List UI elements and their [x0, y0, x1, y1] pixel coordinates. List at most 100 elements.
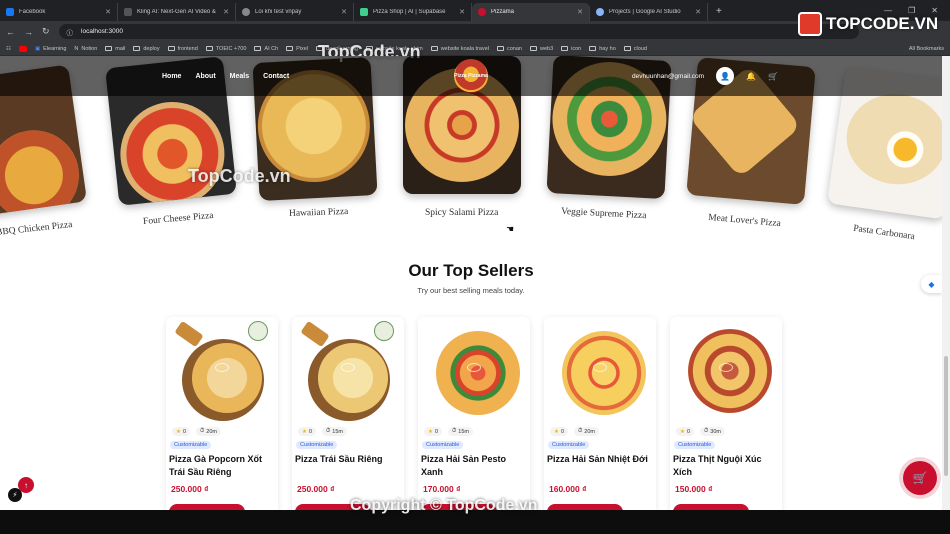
nav-meals[interactable]: Meals: [230, 73, 249, 80]
bookmark-item[interactable]: cloud: [623, 46, 647, 52]
pasta-image: [840, 87, 942, 191]
nav-home[interactable]: Home: [162, 73, 181, 80]
url-field[interactable]: ⓘ localhost:3000: [58, 24, 859, 39]
new-tab-button[interactable]: +: [708, 3, 730, 21]
bookmark-item[interactable]: icon: [561, 46, 581, 52]
product-card[interactable]: ★ 0 ⏱ 20m Customizable Pizza Hải Sản Nhiệt…: [544, 317, 656, 510]
product-name[interactable]: Pizza Thịt Nguội Xúc Xích: [673, 453, 777, 479]
eye-icon[interactable]: [215, 363, 229, 372]
clock-icon: ⏱: [578, 428, 583, 434]
folder-icon: [589, 46, 597, 51]
product-name[interactable]: Pizza Gà Popcorn Xốt Trái Sầu Riêng: [169, 453, 273, 479]
page-scrollbar[interactable]: [942, 56, 950, 510]
product-card[interactable]: ★ 0 ⏱ 20m Customizable Pizza Gà Popcorn Xố…: [166, 317, 278, 510]
close-icon[interactable]: ✕: [459, 8, 465, 16]
kling-icon: [124, 8, 132, 16]
apps-icon[interactable]: ☷: [6, 46, 11, 52]
carousel-label: Hawaiian Pizza: [288, 206, 349, 220]
reload-icon[interactable]: ↻: [42, 26, 50, 37]
nav-about[interactable]: About: [195, 73, 215, 80]
scrollbar-thumb[interactable]: [944, 356, 948, 476]
bookmark-label: AI Ch: [264, 45, 279, 52]
customizable-badge: Customizable: [422, 441, 464, 449]
product-price: 250.000 ₫: [171, 484, 209, 494]
bookmark-item[interactable]: ▣ Elearning: [35, 46, 66, 52]
rating-chip: ★ 0: [424, 427, 442, 436]
pizza-image: [0, 124, 85, 218]
bookmark-item[interactable]: TOEIC +700: [205, 45, 247, 52]
bookmark-label: hay ho: [599, 45, 616, 52]
tab-vnpay[interactable]: Lỗi khi test vnpay ✕: [236, 3, 354, 21]
bookmark-item[interactable]: web3: [530, 46, 553, 52]
bookmark-item[interactable]: conan: [497, 46, 522, 52]
eye-icon[interactable]: [593, 363, 607, 372]
nav-links: Home About Meals Contact: [162, 56, 289, 96]
chat-bubble-icon[interactable]: ◆: [921, 275, 942, 293]
all-bookmarks[interactable]: All Bookmarks: [899, 42, 944, 55]
watermark-copyright: Copyright © TopCode.vn: [350, 497, 538, 514]
folder-icon: [430, 46, 438, 51]
bookmark-item[interactable]: website koala travel: [430, 46, 489, 52]
product-name[interactable]: Pizza Hải Sản Pesto Xanh: [421, 453, 525, 479]
product-meta: ★ 0 ⏱ 20m: [550, 427, 599, 436]
tab-title: Kling AI: Next-Gen AI Video & I: [137, 9, 219, 15]
bookmark-item[interactable]: Pixel: [286, 46, 308, 52]
bookmark-item[interactable]: hay ho: [589, 46, 616, 52]
bookmark-item[interactable]: frontend: [167, 46, 198, 52]
hand-cursor-icon: ☚: [506, 224, 515, 234]
bookmark-item[interactable]: AI Ch: [254, 46, 278, 52]
globe-icon: [242, 8, 250, 16]
bookmark-item[interactable]: mail: [105, 46, 125, 52]
bookmark-item[interactable]: N Notion: [74, 46, 97, 52]
tab-pizzama[interactable]: Pizzama ✕: [472, 3, 590, 21]
tab-kling[interactable]: Kling AI: Next-Gen AI Video & I ✕: [118, 3, 236, 21]
star-icon: ★: [176, 428, 181, 435]
eye-icon[interactable]: [467, 363, 481, 372]
close-icon[interactable]: ✕: [577, 8, 583, 16]
customizable-badge: Customizable: [674, 441, 716, 449]
tab-facebook[interactable]: Facebook ✕: [0, 3, 118, 21]
time-chip: ⏱ 20m: [196, 427, 221, 436]
nav-contact[interactable]: Contact: [263, 73, 289, 80]
tab-supabase[interactable]: Pizza Shop | AI | Supabase ✕: [354, 3, 472, 21]
user-icon[interactable]: 👤: [716, 67, 735, 85]
tab-ai-studio[interactable]: Projects | Google AI Studio ✕: [590, 3, 708, 21]
devtools-bolt-icon[interactable]: ⚡: [8, 488, 22, 502]
forward-icon[interactable]: →: [24, 27, 33, 37]
product-name[interactable]: Pizza Hải Sản Nhiệt Đới: [547, 453, 651, 466]
floating-cart-button[interactable]: 🛒: [903, 461, 937, 495]
site-info-icon[interactable]: ⓘ: [67, 27, 74, 37]
eye-icon[interactable]: [719, 363, 733, 372]
close-icon[interactable]: ✕: [105, 8, 111, 16]
product-card[interactable]: ★ 0 ⏱ 15m Customizable Pizza Hải Sản Pesto…: [418, 317, 530, 510]
rating-chip: ★ 0: [550, 427, 568, 436]
pizzama-icon: [478, 8, 486, 16]
eye-icon[interactable]: [341, 363, 355, 372]
carousel-label: Veggie Supreme Pizza: [560, 206, 647, 222]
close-icon[interactable]: ✕: [341, 8, 347, 16]
site-logo[interactable]: Pizza Pizzama: [454, 59, 488, 93]
product-meta: ★ 0 ⏱ 15m: [424, 427, 473, 436]
close-icon[interactable]: ✕: [695, 8, 701, 16]
bell-icon[interactable]: 🔔: [746, 72, 756, 81]
product-name[interactable]: Pizza Trái Sầu Riêng: [295, 453, 399, 466]
bookmark-item[interactable]: deploy: [133, 46, 160, 52]
product-card[interactable]: ★ 0 ⏱ 30m Customizable Pizza Thịt Nguội Xú…: [670, 317, 782, 510]
back-icon[interactable]: ←: [6, 27, 15, 37]
logo-text: Pizza Pizzama: [454, 73, 488, 79]
close-icon[interactable]: ✕: [223, 8, 229, 16]
brand-text: TOPCODE.VN: [826, 14, 939, 33]
product-card[interactable]: ★ 0 ⏱ 15m Customizable Pizza Trái Sầu Riên…: [292, 317, 404, 510]
bookmarks-bar: ☷ ▣ Elearning N Notion mail deploy fronten…: [0, 42, 950, 56]
watermark-brand: TOPCODE.VN: [798, 12, 938, 36]
bookmark-youtube[interactable]: [18, 45, 27, 52]
all-bookmarks-label: All Bookmarks: [908, 46, 944, 52]
rating-value: 0: [182, 428, 186, 435]
tab-title: Pizzama: [491, 9, 515, 15]
folder-icon: [205, 46, 213, 51]
cart-icon[interactable]: 🛒: [768, 72, 778, 81]
folder-icon: [133, 46, 141, 51]
bookmark-label: TOEIC +700: [215, 45, 247, 52]
folder-icon: [623, 46, 631, 51]
folder-icon: [105, 46, 113, 51]
